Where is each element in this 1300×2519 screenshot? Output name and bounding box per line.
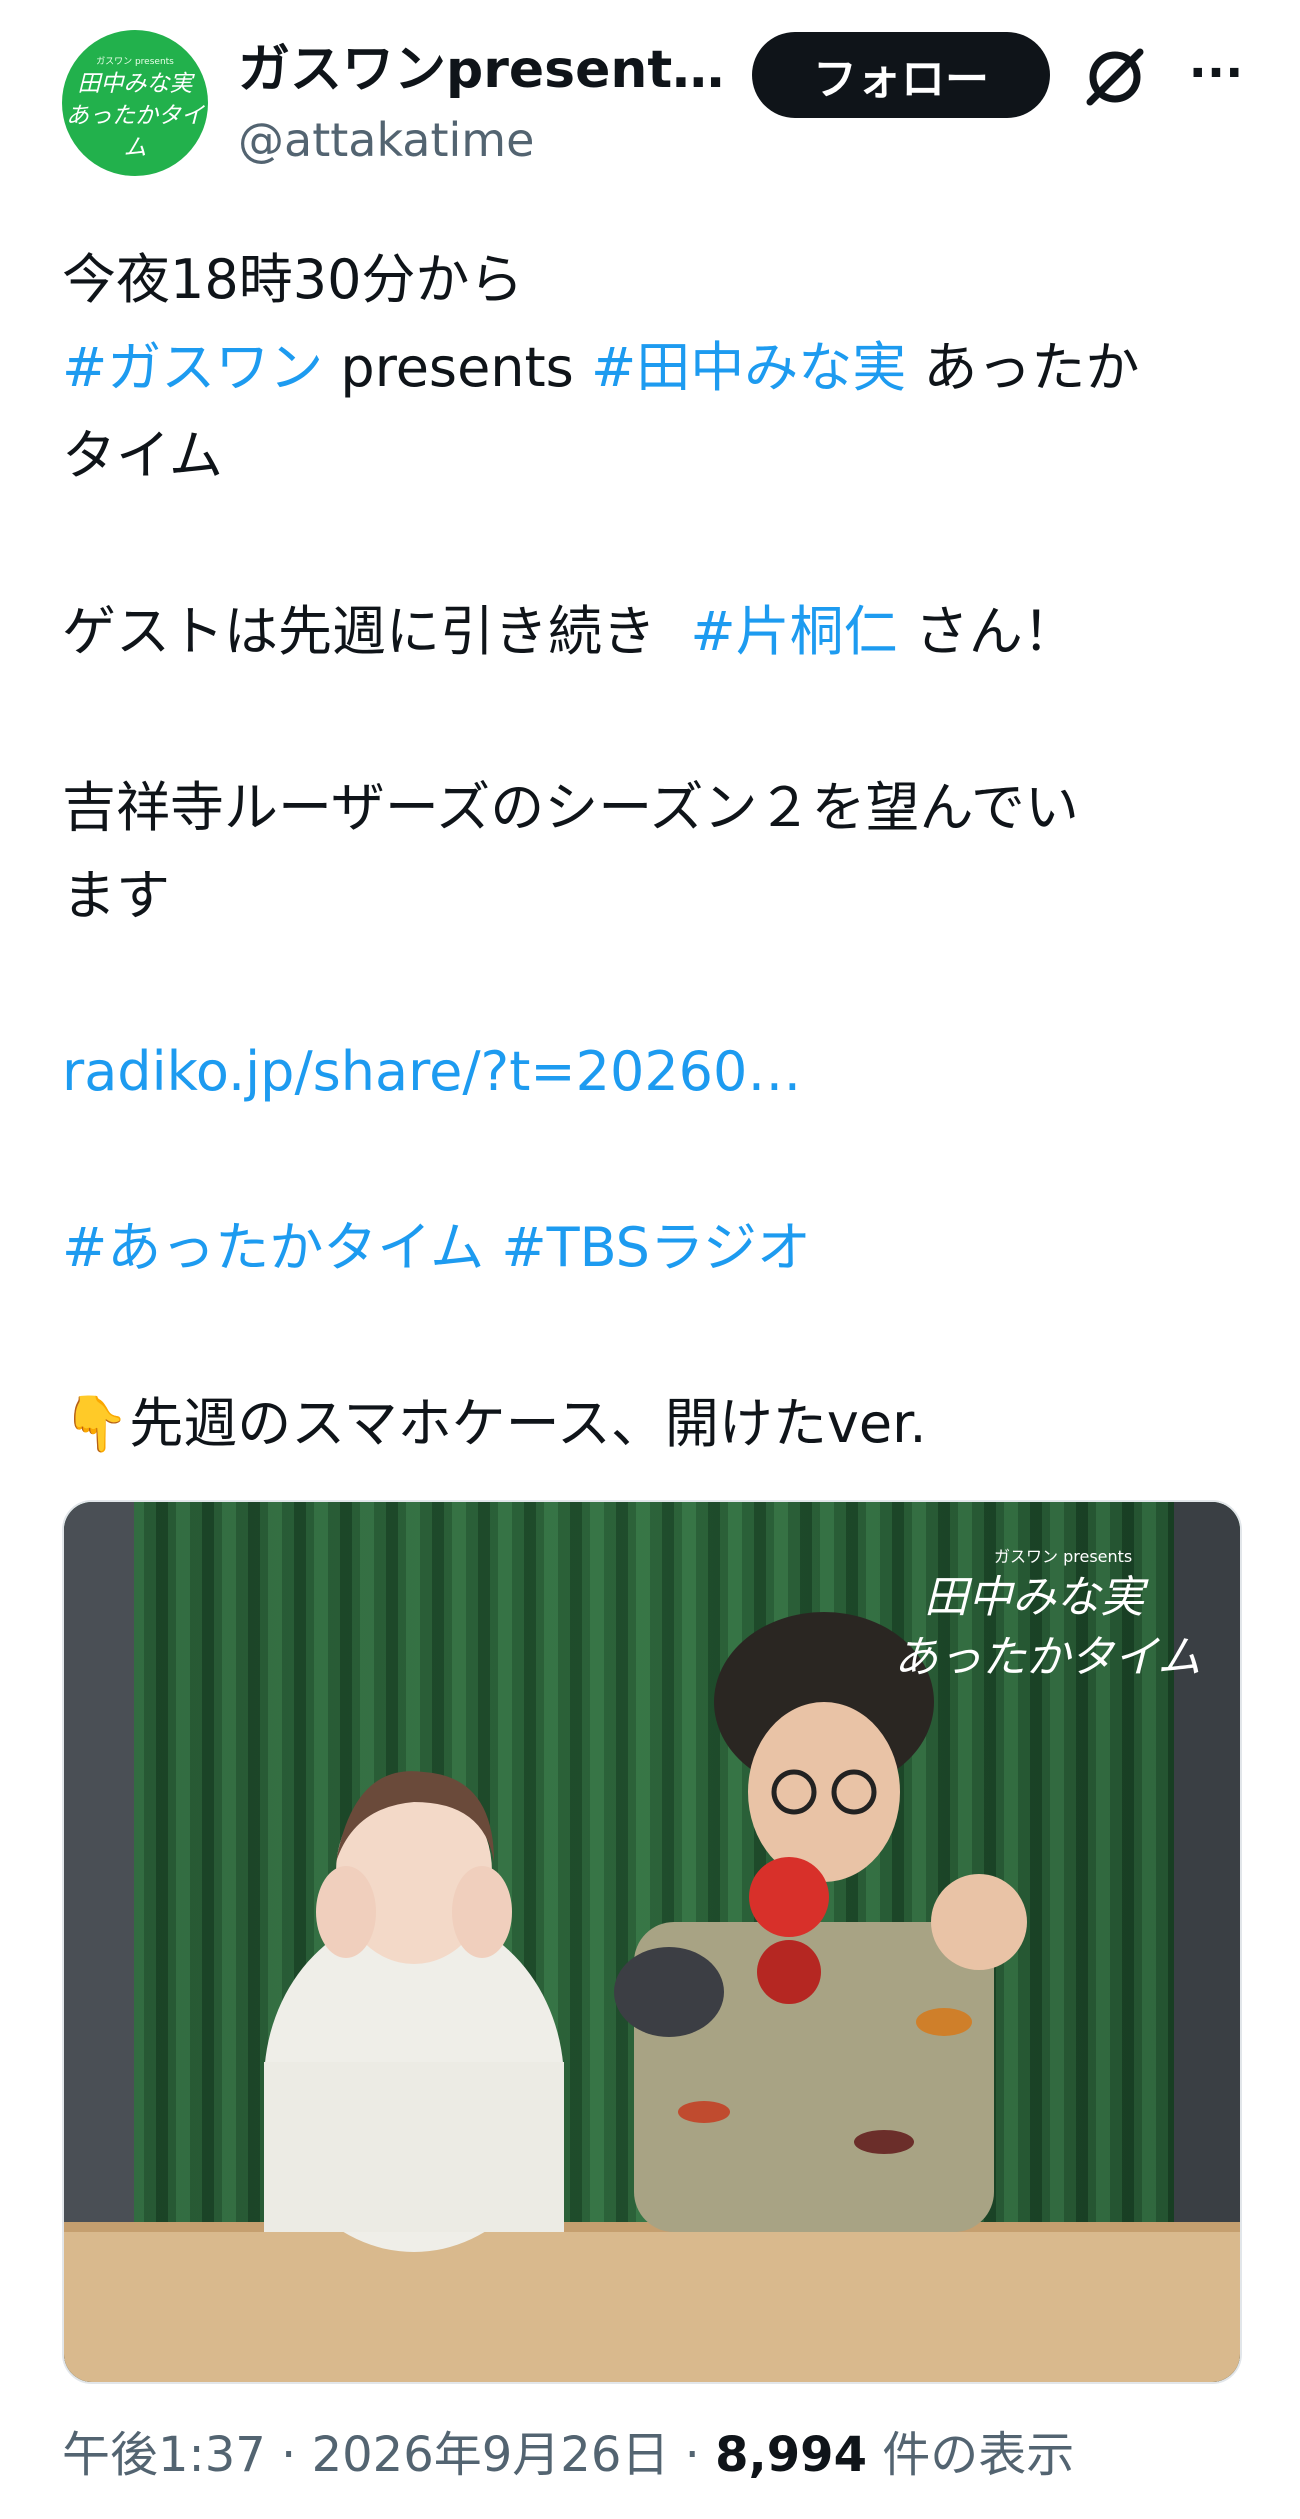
photo-watermark-line2: あったかタイム [894, 1632, 1201, 1683]
tweet-text: 今夜18時30分から #ガスワン presents #田中みな実 あったか タイ… [62, 236, 1242, 1468]
radiko-link[interactable]: radiko.jp/share/?t=20260… [62, 1040, 801, 1103]
tweet-line: 吉祥寺ルーザーズのシーズン２を望んでい [62, 776, 1079, 839]
hashtag-attaka-time[interactable]: #あったかタイム [62, 1216, 484, 1279]
more-options-icon[interactable]: ··· [1186, 38, 1246, 108]
hashtag-gaswan[interactable]: #ガスワン [62, 336, 323, 399]
tweet-meta: 午後1:37 · 2026年9月26日 · 8,994 件の表示 [62, 2427, 1075, 2483]
pointing-down-emoji: 👇 [62, 1392, 130, 1455]
tweet-line: radiko.jp/share/?t=20260… [62, 1028, 1242, 1116]
avatar-small-text: ガスワン presents [96, 57, 174, 67]
hashtag-katagiri-jin[interactable]: #片桐仁 [690, 600, 897, 663]
grok-icon[interactable] [1080, 42, 1150, 112]
tweet-date[interactable]: 2026年9月26日 [312, 2427, 670, 2483]
photo-watermark-line1: 田中みな実 [924, 1572, 1149, 1623]
photo-watermark-small: ガスワン presents [994, 1547, 1132, 1566]
view-count: 8,994 [715, 2427, 867, 2483]
account-handle[interactable]: @attakatime [238, 112, 534, 168]
tweet-line: 今夜18時30分から [62, 248, 524, 311]
tweet-line: 👇先週のスマホケース、開けたver. [62, 1392, 927, 1455]
tweet-line: #ガスワン presents #田中みな実 あったか [62, 336, 1140, 399]
tweet-photo[interactable]: ガスワン presents 田中みな実 あったかタイム [62, 1500, 1242, 2384]
hashtag-tbs-radio[interactable]: #TBSラジオ [501, 1216, 811, 1279]
view-count-label: 件の表示 [866, 2427, 1075, 2483]
avatar[interactable]: ガスワン presents 田中みな実 あったかタイム [62, 30, 208, 176]
follow-button[interactable]: フォロー [752, 32, 1050, 118]
photo-image: ガスワン presents 田中みな実 あったかタイム [64, 1502, 1240, 2382]
tweet-header: ガスワン presents 田中みな実 あったかタイム ガスワンpresents… [0, 0, 1300, 200]
tweet-line: タイム [62, 424, 223, 487]
tweet-line: #あったかタイム #TBSラジオ [62, 1204, 1242, 1292]
tweet-line: ゲストは先週に引き続き #片桐仁 さん！ [62, 600, 1077, 663]
tweet-line: ます [62, 864, 170, 927]
tweet-time[interactable]: 午後1:37 [62, 2427, 266, 2483]
hashtag-tanaka-minami[interactable]: #田中みな実 [591, 336, 906, 399]
avatar-logo-text: 田中みな実 あったかタイム [66, 71, 204, 161]
display-name[interactable]: ガスワンpresents… [238, 38, 728, 102]
